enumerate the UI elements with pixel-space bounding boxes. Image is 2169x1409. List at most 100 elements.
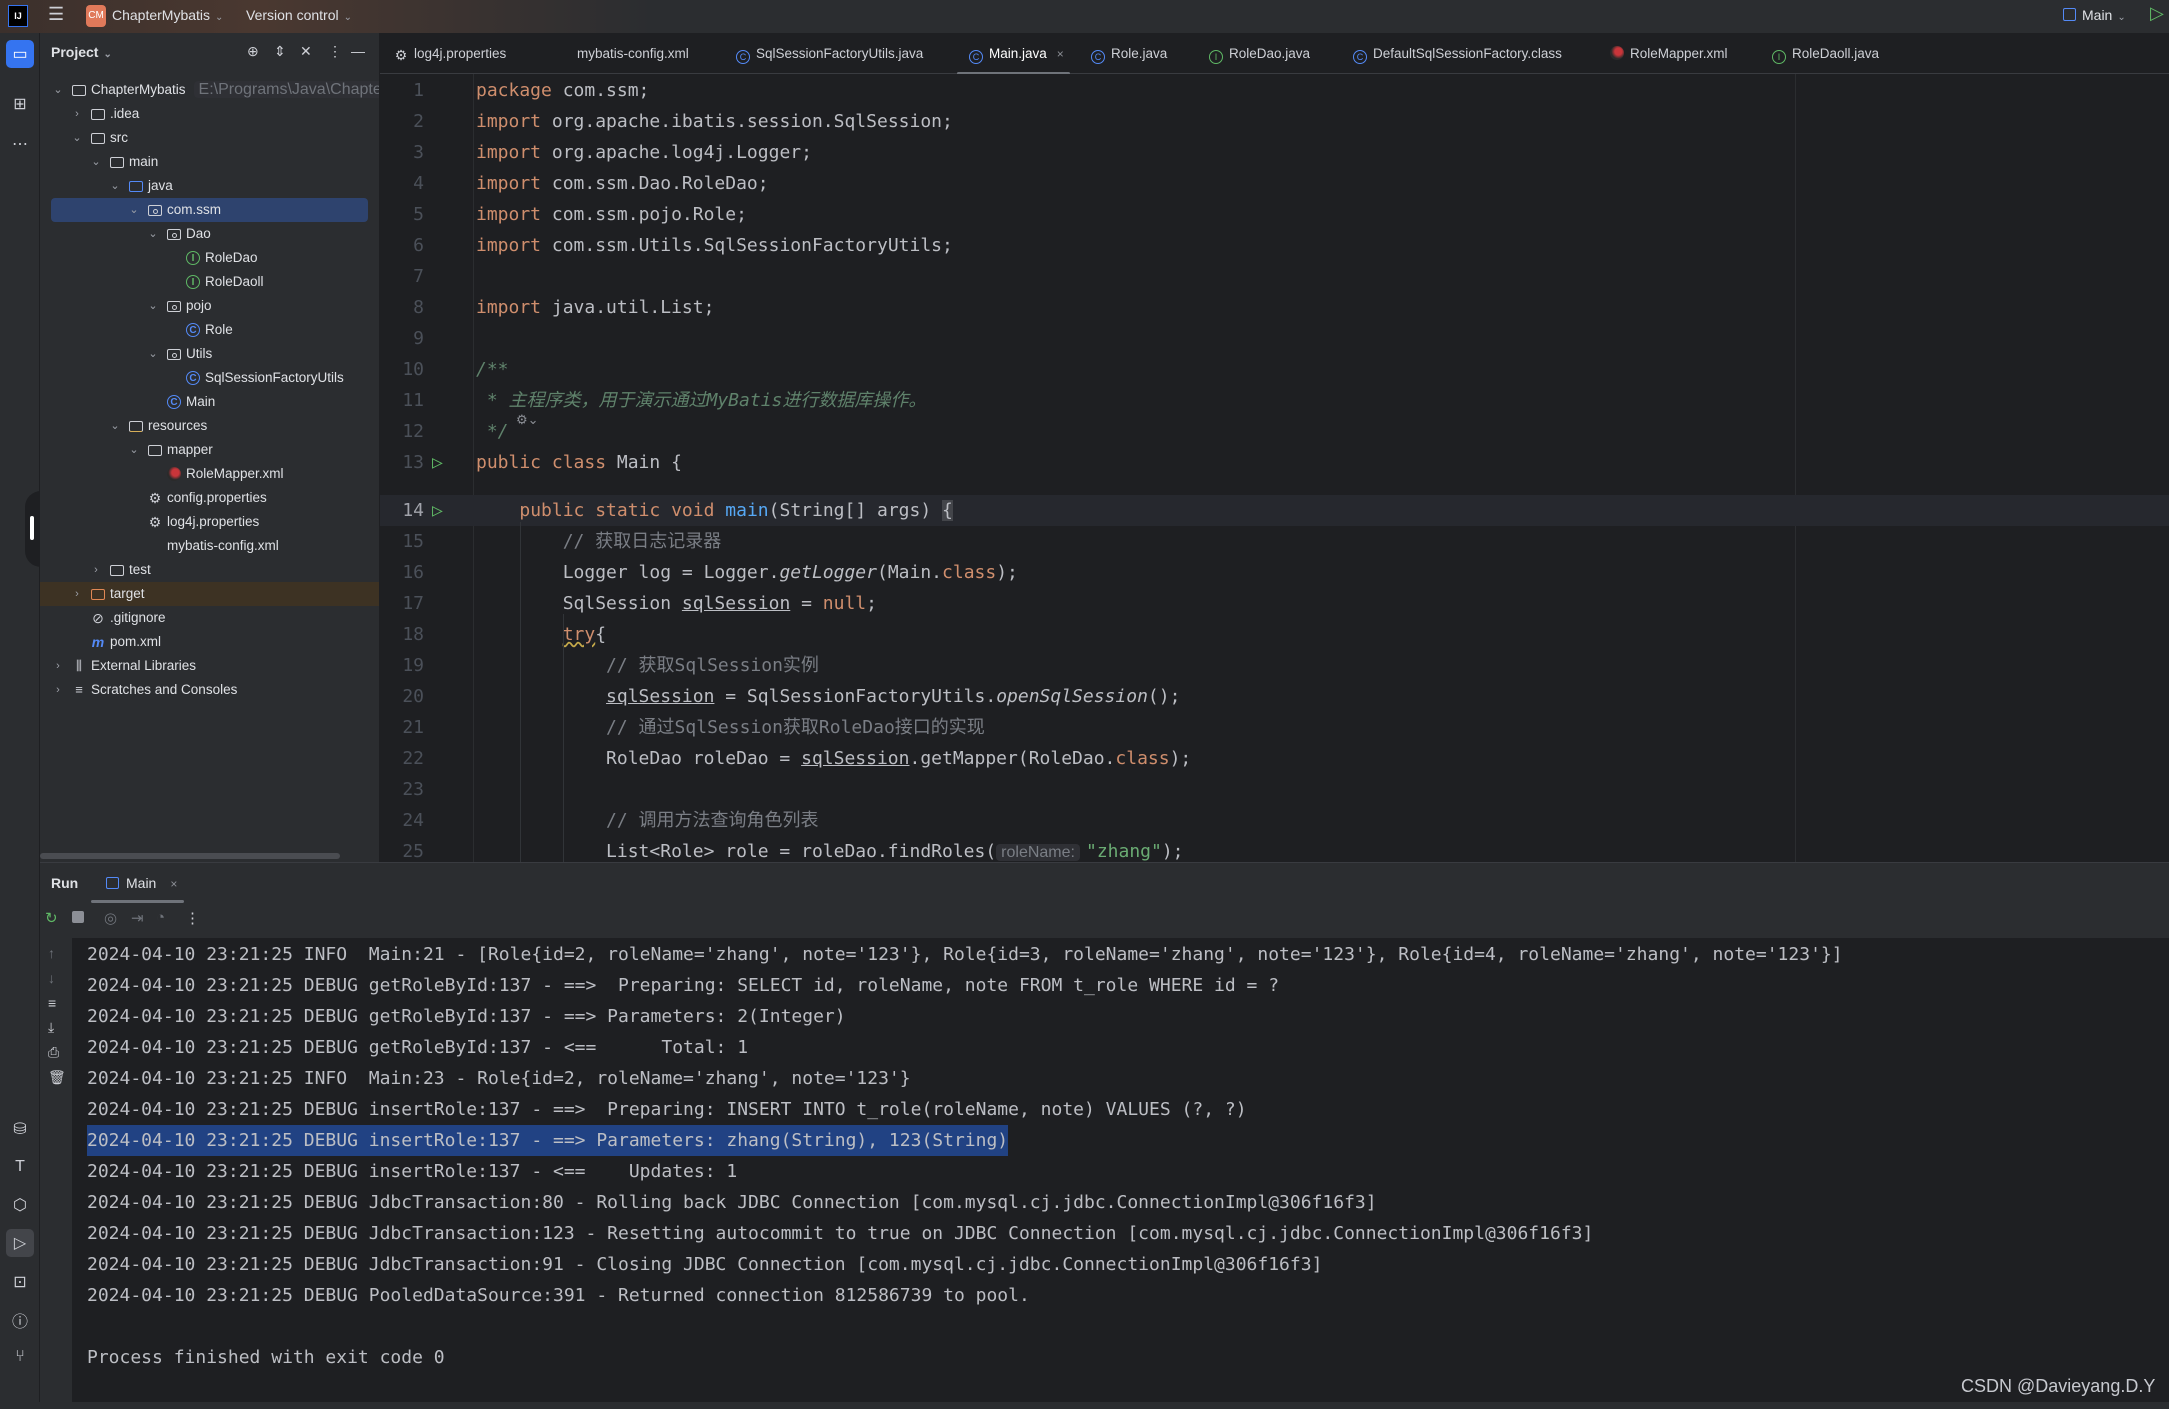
code-line[interactable]: 7: [380, 261, 2169, 292]
tree-item-main[interactable]: C Main: [40, 390, 379, 414]
console-line[interactable]: 2024-04-10 23:21:25 INFO Main:21 - [Role…: [87, 939, 1843, 970]
console-line[interactable]: 2024-04-10 23:21:25 DEBUG getRoleById:13…: [87, 1032, 748, 1063]
options-icon[interactable]: ⋮: [328, 43, 342, 60]
project-view-selector[interactable]: Project ⌄: [51, 44, 112, 60]
code-line[interactable]: 3 import org.apache.log4j.Logger;: [380, 137, 2169, 168]
tree-item-roledaoll[interactable]: I RoleDaoll: [40, 270, 379, 294]
tree-item-pom-xml[interactable]: m pom.xml: [40, 630, 379, 654]
tree-item-log4j-properties[interactable]: ⚙ log4j.properties: [40, 510, 379, 534]
code-editor[interactable]: 1 package com.ssm; 2 import org.apache.ibat…: [380, 74, 2169, 862]
code-line[interactable]: 5 import com.ssm.pojo.Role;: [380, 199, 2169, 230]
rerun-icon[interactable]: ↻: [45, 909, 58, 927]
collapse-all-icon[interactable]: ✕: [300, 43, 312, 60]
run-config-selector[interactable]: Main ⌄: [2063, 7, 2126, 23]
panel-resize-handle[interactable]: [25, 491, 41, 567]
tree-item-java[interactable]: ⌄ java: [40, 174, 379, 198]
code-line[interactable]: 2 import org.apache.ibatis.session.SqlSes…: [380, 106, 2169, 137]
tab-sqlsessionfactoryutils-java[interactable]: C SqlSessionFactoryUtils.java: [736, 33, 923, 74]
code-line[interactable]: 1 package com.ssm;: [380, 75, 2169, 106]
print-icon[interactable]: ⎙: [48, 1044, 59, 1061]
process-exit-message[interactable]: Process finished with exit code 0: [87, 1342, 445, 1373]
run-tool-icon[interactable]: ▷: [6, 1229, 34, 1257]
tree-item-target[interactable]: › target: [40, 582, 379, 606]
code-line[interactable]: 23: [380, 774, 2169, 805]
tab-defaultsqlsessionfactory-class[interactable]: C DefaultSqlSessionFactory.class: [1353, 33, 1562, 74]
chevron-down-icon[interactable]: ⌄: [146, 222, 160, 246]
console-line[interactable]: 2024-04-10 23:21:25 DEBUG getRoleById:13…: [87, 1001, 846, 1032]
console-line[interactable]: 2024-04-10 23:21:25 DEBUG PooledDataSour…: [87, 1280, 1030, 1311]
tree-item-com-ssm[interactable]: ⌄ com.ssm: [40, 198, 379, 222]
problems-icon[interactable]: ⓘ: [6, 1306, 34, 1334]
console-line[interactable]: 2024-04-10 23:21:25 DEBUG insertRole:137…: [87, 1156, 737, 1187]
tree-item-mapper[interactable]: ⌄ mapper: [40, 438, 379, 462]
code-line[interactable]: 20 sqlSession = SqlSessionFactoryUtils.o…: [380, 681, 2169, 712]
close-tab-icon[interactable]: ×: [170, 877, 177, 891]
project-switcher[interactable]: ChapterMybatis ⌄: [112, 7, 223, 23]
console-line[interactable]: 2024-04-10 23:21:25 DEBUG JdbcTransactio…: [87, 1218, 1593, 1249]
vcs-menu[interactable]: Version control ⌄: [246, 7, 352, 23]
scroll-to-end-icon[interactable]: ⤓: [48, 1019, 54, 1036]
tree-item-scratches-and-consoles[interactable]: › ≡ Scratches and Consoles: [40, 678, 379, 702]
code-line[interactable]: 16 Logger log = Logger.getLogger(Main.cl…: [380, 557, 2169, 588]
tab-role-java[interactable]: C Role.java: [1091, 33, 1167, 74]
tree-item-chaptermybatis[interactable]: ⌄ ChapterMybatis E:\Programs\Java\ChapterM…: [40, 78, 379, 102]
chevron-right-icon[interactable]: ›: [70, 102, 84, 126]
tree-item-external-libraries[interactable]: › ⫼ External Libraries: [40, 654, 379, 678]
more-icon[interactable]: ⋯: [6, 130, 34, 158]
chevron-down-icon[interactable]: ⌄: [127, 438, 141, 462]
locate-icon[interactable]: ⊕: [247, 43, 259, 60]
trash-icon[interactable]: 🗑: [48, 1069, 66, 1086]
tree-item-config-properties[interactable]: ⚙ config.properties: [40, 486, 379, 510]
code-line[interactable]: 24 // 调用方法查询角色列表: [380, 805, 2169, 836]
code-line[interactable]: 25 List<Role> role = roleDao.findRoles(r…: [380, 836, 2169, 862]
tree-item-roledao[interactable]: I RoleDao: [40, 246, 379, 270]
run-tab-main[interactable]: Main ×: [106, 875, 177, 891]
tree-item-gitignore[interactable]: ⊘ .gitignore: [40, 606, 379, 630]
console-line[interactable]: 2024-04-10 23:21:25 DEBUG insertRole:137…: [87, 1094, 1247, 1125]
tree-item-dao[interactable]: ⌄ Dao: [40, 222, 379, 246]
console-line[interactable]: 2024-04-10 23:21:25 DEBUG insertRole:137…: [87, 1125, 1009, 1156]
tab-rolemapper-xml[interactable]: RoleMapper.xml: [1610, 33, 1728, 74]
code-line[interactable]: 21 // 通过SqlSession获取RoleDao接口的实现: [380, 712, 2169, 743]
chevron-right-icon[interactable]: ›: [51, 654, 65, 678]
code-line[interactable]: 13 ▷ public class Main {: [380, 447, 2169, 478]
chevron-down-icon[interactable]: ⌄: [108, 414, 122, 438]
code-line[interactable]: 4 import com.ssm.Dao.RoleDao;: [380, 168, 2169, 199]
database-icon[interactable]: ⛁: [6, 1115, 34, 1143]
tab-mybatis-config-xml[interactable]: mybatis-config.xml: [555, 33, 689, 74]
stop-icon[interactable]: [72, 911, 84, 923]
tree-item-main[interactable]: ⌄ main: [40, 150, 379, 174]
services-icon[interactable]: ⬡: [6, 1191, 34, 1219]
profiler-icon[interactable]: ◔: [156, 909, 165, 926]
tree-item-test[interactable]: › test: [40, 558, 379, 582]
chevron-right-icon[interactable]: ›: [70, 582, 84, 606]
tab-main-java[interactable]: C Main.java ×: [957, 33, 1070, 75]
project-folder-icon[interactable]: ▭: [6, 40, 34, 68]
run-gutter-icon[interactable]: ▷: [432, 447, 443, 478]
chevron-down-icon[interactable]: ⌄: [127, 198, 141, 222]
code-line[interactable]: 14 ▷ public static void main(String[] arg…: [380, 495, 2169, 526]
expand-all-icon[interactable]: ⇕: [274, 43, 286, 60]
chevron-down-icon[interactable]: ⌄: [146, 342, 160, 366]
console-line[interactable]: 2024-04-10 23:21:25 DEBUG JdbcTransactio…: [87, 1187, 1377, 1218]
code-line[interactable]: 18 try{: [380, 619, 2169, 650]
tree-item-role[interactable]: C Role: [40, 318, 379, 342]
run-gutter-icon[interactable]: ▷: [432, 495, 443, 526]
arrow-down-icon[interactable]: ↓: [48, 970, 55, 986]
tree-item-resources[interactable]: ⌄ resources: [40, 414, 379, 438]
chevron-down-icon[interactable]: ⌄: [89, 150, 103, 174]
console-line[interactable]: 2024-04-10 23:21:25 DEBUG getRoleById:13…: [87, 970, 1279, 1001]
tab-log4j-properties[interactable]: ⚙ log4j.properties: [394, 33, 507, 74]
code-line[interactable]: 9: [380, 323, 2169, 354]
ai-inlay-icon[interactable]: ⚙⌄: [516, 412, 539, 428]
restore-layout-icon[interactable]: ⇥: [131, 909, 144, 927]
code-line[interactable]: 8 import java.util.List;: [380, 292, 2169, 323]
tree-item-utils[interactable]: ⌄ Utils: [40, 342, 379, 366]
console-line[interactable]: 2024-04-10 23:21:25 DEBUG JdbcTransactio…: [87, 1249, 1322, 1280]
tree-item-mybatis-config-xml[interactable]: mybatis-config.xml: [40, 534, 379, 558]
camera-icon[interactable]: ◎: [104, 909, 117, 927]
chevron-down-icon[interactable]: ⌄: [146, 294, 160, 318]
chevron-down-icon[interactable]: ⌄: [70, 126, 84, 150]
structure-icon[interactable]: ⊞: [6, 90, 34, 118]
close-tab-icon[interactable]: ×: [1057, 47, 1064, 61]
